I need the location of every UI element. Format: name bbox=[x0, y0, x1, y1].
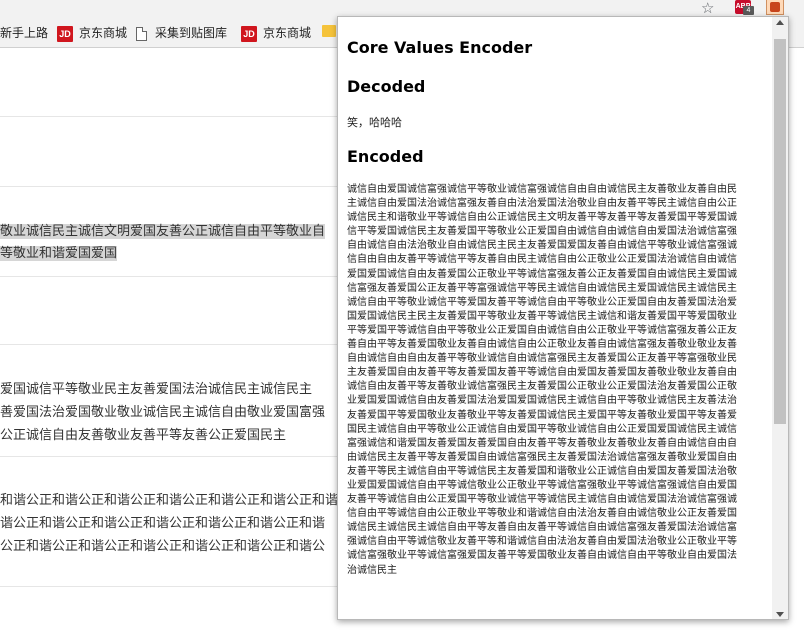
star-icon[interactable]: ☆ bbox=[701, 0, 714, 17]
divider bbox=[0, 276, 340, 277]
scrollbar-thumb[interactable] bbox=[774, 39, 786, 424]
jd-icon: JD bbox=[57, 25, 73, 42]
popup-title: Core Values Encoder bbox=[347, 38, 533, 57]
divider bbox=[0, 456, 340, 457]
scroll-down-arrow-icon[interactable] bbox=[776, 612, 784, 617]
text-line: 公正诚信自由友善敬业友善平等友善公正爱国民主 bbox=[0, 428, 287, 443]
folder-icon[interactable] bbox=[322, 25, 336, 37]
page-icon bbox=[136, 26, 147, 41]
scroll-up-arrow-icon[interactable] bbox=[776, 20, 784, 25]
bookmark-label: 采集到贴图库 bbox=[155, 26, 228, 40]
bookmark-jd-1[interactable]: JD 京东商城 bbox=[57, 24, 127, 42]
divider bbox=[0, 586, 340, 587]
encoder-icon-glyph bbox=[770, 2, 780, 12]
bookmark-label: 新手上路 bbox=[0, 26, 49, 40]
text-line: 爱国诚信平等敬业民主友善爱国法治诚信民主诚信民主 bbox=[0, 382, 313, 397]
popup-scrollbar[interactable] bbox=[772, 17, 788, 619]
text-line: 敬业诚信民主诚信文明爱国友善公正诚信自由平等敬业自 bbox=[0, 224, 326, 239]
text-line: 和谐公正和谐公正和谐公正和谐公正和谐公正和谐公正和谐 bbox=[0, 493, 339, 508]
encoded-heading: Encoded bbox=[347, 147, 424, 166]
decoded-text[interactable]: 笑，哈哈哈 bbox=[347, 114, 402, 130]
core-values-encoder-icon[interactable] bbox=[766, 0, 784, 15]
bookmark-tietuku[interactable]: 采集到贴图库 bbox=[136, 24, 227, 42]
adblock-count-badge: 4 bbox=[743, 6, 754, 15]
bookmark-xinshou[interactable]: 新手上路 bbox=[0, 24, 48, 42]
divider bbox=[0, 186, 340, 187]
bookmark-label: 京东商城 bbox=[79, 26, 128, 40]
popup-body: Core Values Encoder Decoded 笑，哈哈哈 Encode… bbox=[338, 17, 772, 619]
core-values-encoder-popup: Core Values Encoder Decoded 笑，哈哈哈 Encode… bbox=[337, 16, 789, 620]
text-line: 公正和谐公正和谐公正和谐公正和谐公正和谐公正和谐公 bbox=[0, 539, 326, 554]
divider bbox=[0, 116, 340, 117]
divider bbox=[0, 344, 340, 345]
encoded-text[interactable]: 诚信自由爱国诚信富强诚信平等敬业诚信富强诚信自由自由诚信民主友善敬业友善自由民主… bbox=[347, 183, 744, 578]
bookmark-jd-2[interactable]: JD 京东商城 bbox=[241, 24, 311, 42]
decoded-heading: Decoded bbox=[347, 77, 426, 96]
text-line: 善爱国法治爱国敬业敬业诚信民主诚信自由敬业爱国富强 bbox=[0, 405, 326, 420]
jd-icon: JD bbox=[241, 25, 257, 42]
text-line: 谐公正和谐公正和谐公正和谐公正和谐公正和谐公正和谐 bbox=[0, 516, 326, 531]
text-line: 等敬业和谐爱国爱国 bbox=[0, 246, 118, 261]
bookmark-label: 京东商城 bbox=[263, 26, 312, 40]
